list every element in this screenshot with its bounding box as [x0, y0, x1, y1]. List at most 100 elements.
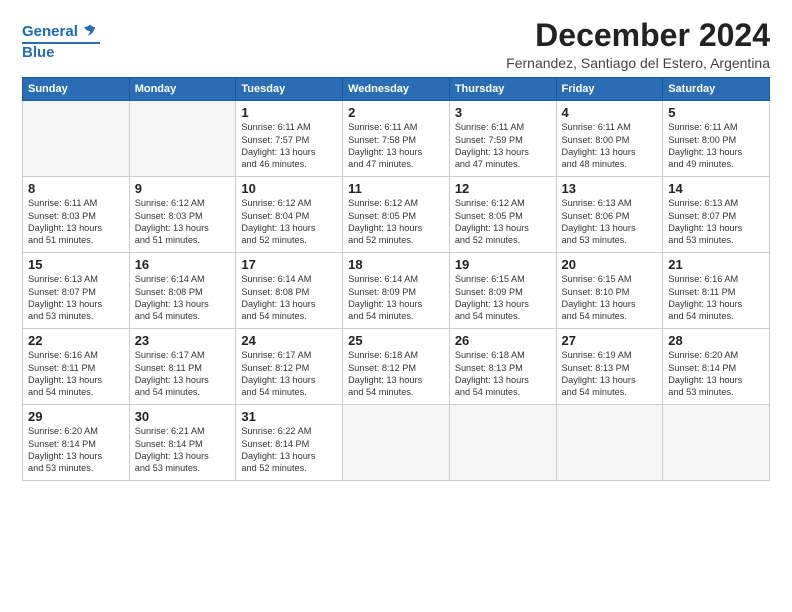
day-number: 1: [241, 105, 337, 120]
calendar-week-1: 1 Sunrise: 6:11 AMSunset: 7:57 PMDayligh…: [23, 101, 770, 177]
calendar-cell: 23 Sunrise: 6:17 AMSunset: 8:11 PMDaylig…: [129, 329, 236, 405]
day-number: 11: [348, 181, 444, 196]
calendar-cell: 13 Sunrise: 6:13 AMSunset: 8:06 PMDaylig…: [556, 177, 663, 253]
day-info: Sunrise: 6:20 AMSunset: 8:14 PMDaylight:…: [668, 349, 764, 399]
day-info: Sunrise: 6:11 AMSunset: 7:59 PMDaylight:…: [455, 121, 551, 171]
day-info: Sunrise: 6:21 AMSunset: 8:14 PMDaylight:…: [135, 425, 231, 475]
calendar-cell: 30 Sunrise: 6:21 AMSunset: 8:14 PMDaylig…: [129, 405, 236, 481]
day-info: Sunrise: 6:13 AMSunset: 8:07 PMDaylight:…: [28, 273, 124, 323]
day-number: 15: [28, 257, 124, 272]
calendar-cell: 2 Sunrise: 6:11 AMSunset: 7:58 PMDayligh…: [343, 101, 450, 177]
day-number: 23: [135, 333, 231, 348]
page: General Blue December 2024 Fernandez, Sa…: [0, 0, 792, 612]
calendar-header-friday: Friday: [556, 78, 663, 101]
calendar-cell: 31 Sunrise: 6:22 AMSunset: 8:14 PMDaylig…: [236, 405, 343, 481]
day-info: Sunrise: 6:17 AMSunset: 8:11 PMDaylight:…: [135, 349, 231, 399]
calendar-cell: [663, 405, 770, 481]
day-number: 26: [455, 333, 551, 348]
day-number: 21: [668, 257, 764, 272]
day-info: Sunrise: 6:22 AMSunset: 8:14 PMDaylight:…: [241, 425, 337, 475]
day-number: 29: [28, 409, 124, 424]
month-title: December 2024: [506, 18, 770, 53]
day-number: 9: [135, 181, 231, 196]
calendar-header-saturday: Saturday: [663, 78, 770, 101]
calendar-cell: 24 Sunrise: 6:17 AMSunset: 8:12 PMDaylig…: [236, 329, 343, 405]
calendar-cell: 22 Sunrise: 6:16 AMSunset: 8:11 PMDaylig…: [23, 329, 130, 405]
day-number: 16: [135, 257, 231, 272]
day-info: Sunrise: 6:11 AMSunset: 7:58 PMDaylight:…: [348, 121, 444, 171]
day-info: Sunrise: 6:14 AMSunset: 8:09 PMDaylight:…: [348, 273, 444, 323]
calendar-cell: 3 Sunrise: 6:11 AMSunset: 7:59 PMDayligh…: [449, 101, 556, 177]
day-number: 17: [241, 257, 337, 272]
day-info: Sunrise: 6:13 AMSunset: 8:07 PMDaylight:…: [668, 197, 764, 247]
calendar-cell: 26 Sunrise: 6:18 AMSunset: 8:13 PMDaylig…: [449, 329, 556, 405]
day-number: 14: [668, 181, 764, 196]
day-info: Sunrise: 6:13 AMSunset: 8:06 PMDaylight:…: [562, 197, 658, 247]
calendar-header-row: SundayMondayTuesdayWednesdayThursdayFrid…: [23, 78, 770, 101]
calendar-cell: [23, 101, 130, 177]
day-number: 24: [241, 333, 337, 348]
calendar-header-sunday: Sunday: [23, 78, 130, 101]
calendar-header-wednesday: Wednesday: [343, 78, 450, 101]
day-info: Sunrise: 6:18 AMSunset: 8:13 PMDaylight:…: [455, 349, 551, 399]
day-number: 2: [348, 105, 444, 120]
day-number: 28: [668, 333, 764, 348]
day-number: 12: [455, 181, 551, 196]
calendar-week-3: 15 Sunrise: 6:13 AMSunset: 8:07 PMDaylig…: [23, 253, 770, 329]
day-info: Sunrise: 6:12 AMSunset: 8:04 PMDaylight:…: [241, 197, 337, 247]
day-number: 8: [28, 181, 124, 196]
header-area: General Blue December 2024 Fernandez, Sa…: [22, 18, 770, 71]
logo: General Blue: [22, 22, 100, 62]
day-info: Sunrise: 6:12 AMSunset: 8:05 PMDaylight:…: [455, 197, 551, 247]
day-number: 10: [241, 181, 337, 196]
calendar-cell: 15 Sunrise: 6:13 AMSunset: 8:07 PMDaylig…: [23, 253, 130, 329]
calendar-cell: 10 Sunrise: 6:12 AMSunset: 8:04 PMDaylig…: [236, 177, 343, 253]
day-info: Sunrise: 6:15 AMSunset: 8:10 PMDaylight:…: [562, 273, 658, 323]
logo-blue: Blue: [22, 42, 100, 62]
day-number: 30: [135, 409, 231, 424]
calendar-cell: [129, 101, 236, 177]
calendar-cell: 25 Sunrise: 6:18 AMSunset: 8:12 PMDaylig…: [343, 329, 450, 405]
calendar-cell: 21 Sunrise: 6:16 AMSunset: 8:11 PMDaylig…: [663, 253, 770, 329]
logo-bird-icon: [80, 22, 100, 42]
calendar-cell: [343, 405, 450, 481]
title-area: December 2024 Fernandez, Santiago del Es…: [506, 18, 770, 71]
calendar-cell: 28 Sunrise: 6:20 AMSunset: 8:14 PMDaylig…: [663, 329, 770, 405]
calendar-cell: 12 Sunrise: 6:12 AMSunset: 8:05 PMDaylig…: [449, 177, 556, 253]
location-title: Fernandez, Santiago del Estero, Argentin…: [506, 55, 770, 71]
calendar-header-monday: Monday: [129, 78, 236, 101]
calendar-cell: 27 Sunrise: 6:19 AMSunset: 8:13 PMDaylig…: [556, 329, 663, 405]
day-number: 4: [562, 105, 658, 120]
calendar-cell: 9 Sunrise: 6:12 AMSunset: 8:03 PMDayligh…: [129, 177, 236, 253]
day-number: 3: [455, 105, 551, 120]
day-number: 25: [348, 333, 444, 348]
day-info: Sunrise: 6:17 AMSunset: 8:12 PMDaylight:…: [241, 349, 337, 399]
day-info: Sunrise: 6:11 AMSunset: 8:00 PMDaylight:…: [562, 121, 658, 171]
day-number: 13: [562, 181, 658, 196]
calendar-cell: 20 Sunrise: 6:15 AMSunset: 8:10 PMDaylig…: [556, 253, 663, 329]
day-info: Sunrise: 6:19 AMSunset: 8:13 PMDaylight:…: [562, 349, 658, 399]
calendar-cell: [449, 405, 556, 481]
day-info: Sunrise: 6:20 AMSunset: 8:14 PMDaylight:…: [28, 425, 124, 475]
day-info: Sunrise: 6:12 AMSunset: 8:03 PMDaylight:…: [135, 197, 231, 247]
calendar-cell: 4 Sunrise: 6:11 AMSunset: 8:00 PMDayligh…: [556, 101, 663, 177]
day-info: Sunrise: 6:14 AMSunset: 8:08 PMDaylight:…: [241, 273, 337, 323]
calendar-cell: 29 Sunrise: 6:20 AMSunset: 8:14 PMDaylig…: [23, 405, 130, 481]
day-info: Sunrise: 6:11 AMSunset: 8:03 PMDaylight:…: [28, 197, 124, 247]
logo-general: General: [22, 23, 78, 40]
day-info: Sunrise: 6:12 AMSunset: 8:05 PMDaylight:…: [348, 197, 444, 247]
calendar-cell: 14 Sunrise: 6:13 AMSunset: 8:07 PMDaylig…: [663, 177, 770, 253]
day-info: Sunrise: 6:11 AMSunset: 8:00 PMDaylight:…: [668, 121, 764, 171]
day-info: Sunrise: 6:18 AMSunset: 8:12 PMDaylight:…: [348, 349, 444, 399]
day-info: Sunrise: 6:14 AMSunset: 8:08 PMDaylight:…: [135, 273, 231, 323]
calendar-cell: 18 Sunrise: 6:14 AMSunset: 8:09 PMDaylig…: [343, 253, 450, 329]
day-number: 20: [562, 257, 658, 272]
day-info: Sunrise: 6:11 AMSunset: 7:57 PMDaylight:…: [241, 121, 337, 171]
day-info: Sunrise: 6:16 AMSunset: 8:11 PMDaylight:…: [668, 273, 764, 323]
calendar-week-2: 8 Sunrise: 6:11 AMSunset: 8:03 PMDayligh…: [23, 177, 770, 253]
calendar-header-thursday: Thursday: [449, 78, 556, 101]
calendar-cell: 19 Sunrise: 6:15 AMSunset: 8:09 PMDaylig…: [449, 253, 556, 329]
logo-text: General: [22, 24, 78, 41]
calendar-cell: 16 Sunrise: 6:14 AMSunset: 8:08 PMDaylig…: [129, 253, 236, 329]
day-info: Sunrise: 6:15 AMSunset: 8:09 PMDaylight:…: [455, 273, 551, 323]
